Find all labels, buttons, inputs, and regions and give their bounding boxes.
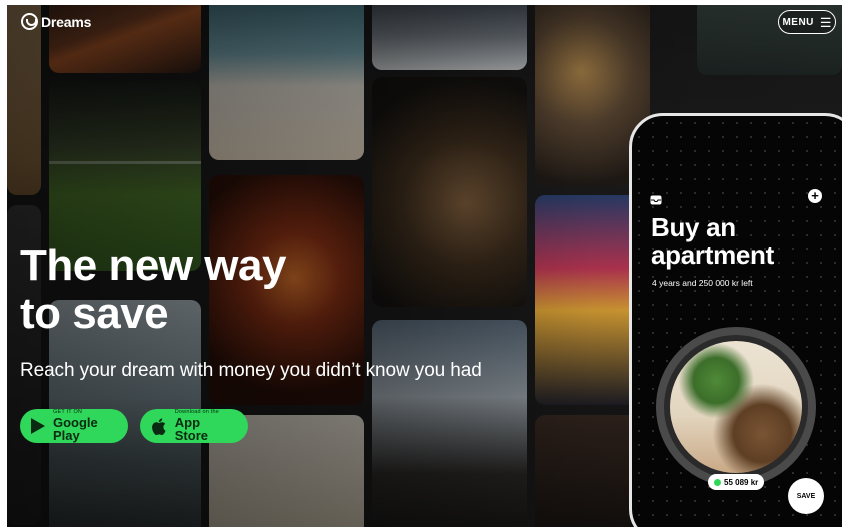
saved-amount-badge: 55 089 kr (708, 474, 765, 490)
save-button[interactable]: SAVE (788, 478, 824, 514)
headline-line-1: The new way (20, 241, 286, 290)
phone-mockup: + Buy an apartment 4 years and 250 000 k… (629, 113, 842, 527)
google-play-button[interactable]: GET IT ON Google Play (20, 409, 128, 443)
menu-button[interactable]: MENU ☰ (778, 10, 836, 34)
goal-title-line-2: apartment (651, 240, 774, 270)
hero-section: Dreams MENU ☰ The new way to save Reach … (7, 5, 842, 527)
logo-text: Dreams (41, 13, 92, 30)
goal-subtitle: 4 years and 250 000 kr left (652, 278, 753, 288)
google-play-label: Google Play (53, 415, 98, 444)
google-play-icon (30, 417, 46, 435)
google-play-text: GET IT ON Google Play (53, 409, 116, 444)
headline-line-2: to save (20, 289, 169, 338)
goal-photo (670, 341, 802, 473)
app-store-label: App Store (174, 415, 208, 444)
subheadline: Reach your dream with money you didn’t k… (20, 360, 482, 381)
saved-amount: 55 089 kr (724, 477, 759, 487)
goal-progress-ring (656, 327, 816, 487)
logo[interactable]: Dreams (21, 13, 91, 30)
status-dot-icon (714, 478, 721, 486)
apple-icon (150, 417, 168, 435)
page-title: The new way to save (20, 242, 286, 338)
add-icon[interactable]: + (808, 189, 822, 203)
goal-title-line-1: Buy an (651, 212, 736, 242)
app-store-button[interactable]: Download on the App Store (140, 409, 248, 443)
inbox-icon (650, 192, 662, 205)
dreams-logo-icon (21, 13, 38, 30)
app-store-text: Download on the App Store (174, 409, 236, 444)
goal-title: Buy an apartment (651, 213, 774, 269)
hamburger-icon: ☰ (819, 14, 832, 30)
menu-label: MENU (782, 16, 814, 28)
